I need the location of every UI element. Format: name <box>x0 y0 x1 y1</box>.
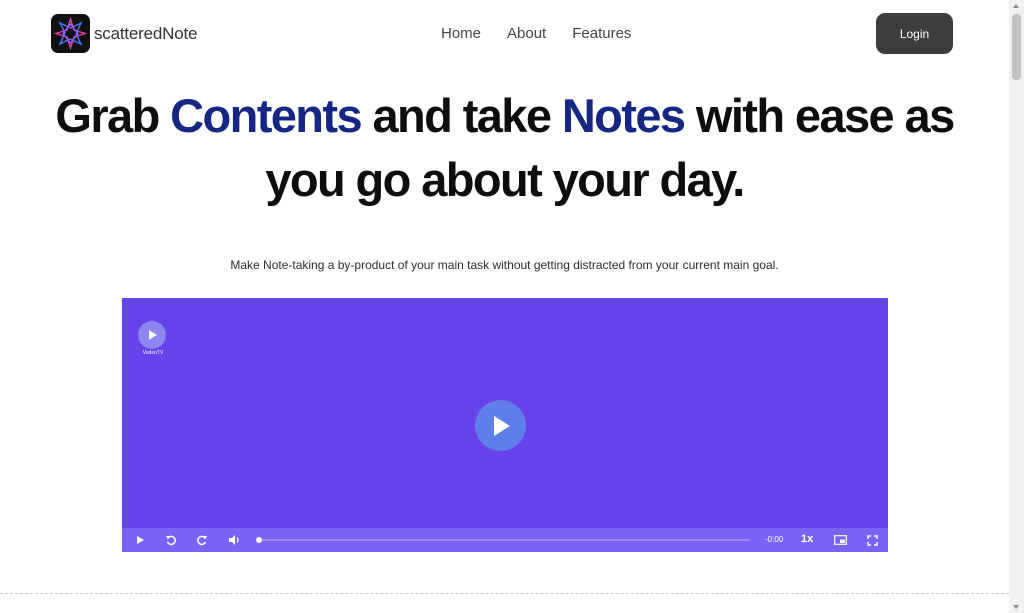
headline-text: Grab <box>55 89 171 142</box>
volume-icon <box>228 535 239 545</box>
brand-logo[interactable]: scatteredNote <box>51 14 197 53</box>
hero-headline: Grab Contents and take Notes with ease a… <box>0 84 1009 212</box>
nav-home[interactable]: Home <box>441 25 481 42</box>
main-nav: Home About Features <box>441 25 657 42</box>
fullscreen-icon <box>866 534 878 546</box>
headline-accent-notes: Notes <box>561 89 686 142</box>
video-player[interactable]: VodeoTV -0:00 1x <box>122 298 888 552</box>
video-brand[interactable]: VodeoTV <box>138 321 168 356</box>
brand-name: scatteredNote <box>94 23 198 43</box>
pip-button[interactable] <box>832 528 848 552</box>
scroll-up-arrow-icon[interactable] <box>1013 4 1019 8</box>
scrollbar-thumb[interactable] <box>1012 14 1021 80</box>
headline-text: with ease as <box>684 89 955 142</box>
play-button[interactable] <box>132 528 148 552</box>
nav-features[interactable]: Features <box>572 25 631 42</box>
play-icon <box>137 536 144 544</box>
volume-button[interactable] <box>226 528 242 552</box>
page: scatteredNote Home About Features Login … <box>0 0 1009 613</box>
progress-knob[interactable] <box>256 537 262 543</box>
video-brand-label: VodeoTV <box>142 350 164 356</box>
headline-line-2: you go about your day. <box>265 153 745 206</box>
headline-text: and take <box>361 89 562 142</box>
forward-button[interactable] <box>194 528 210 552</box>
time-display: -0:00 <box>765 535 784 544</box>
forward-icon <box>197 535 207 546</box>
hero-subline: Make Note-taking a by-product of your ma… <box>230 258 779 272</box>
nav-about[interactable]: About <box>507 25 546 42</box>
pip-icon <box>833 535 847 545</box>
scroll-down-arrow-icon[interactable] <box>1013 605 1019 609</box>
rewind-icon <box>166 535 176 546</box>
rewind-button[interactable] <box>163 528 179 552</box>
page-scrollbar[interactable] <box>1009 0 1024 613</box>
speed-button[interactable]: 1x <box>801 533 813 545</box>
logo-mark-icon <box>51 14 90 53</box>
big-play-button[interactable] <box>475 400 526 451</box>
section-divider <box>0 593 1009 594</box>
video-controls: -0:00 1x <box>122 528 888 552</box>
fullscreen-button[interactable] <box>864 528 880 552</box>
play-icon <box>493 415 510 436</box>
hero: Grab Contents and take Notes with ease a… <box>0 84 1009 212</box>
brand-play-icon <box>138 321 166 349</box>
progress-track[interactable] <box>258 539 750 541</box>
headline-accent-contents: Contents <box>170 89 362 142</box>
login-button[interactable]: Login <box>876 13 953 54</box>
